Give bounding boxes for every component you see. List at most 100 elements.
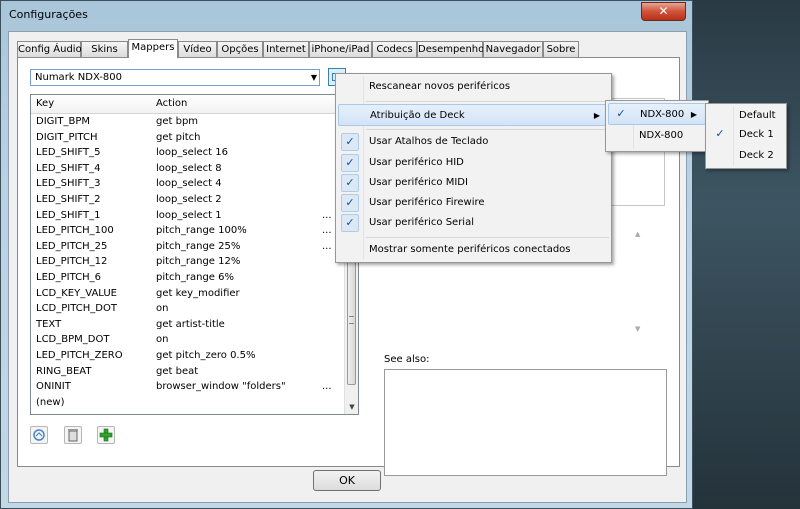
menu-item-firewire[interactable]: ✓ Usar periférico Firewire (338, 192, 609, 214)
menu-separator (366, 129, 609, 130)
table-row[interactable]: LCD_BPM_DOT on (31, 332, 345, 347)
menu-item-label: Usar periférico MIDI (369, 177, 468, 188)
table-row[interactable]: DIGIT_BPM get bpm (31, 114, 345, 129)
tab-desempenho[interactable]: Desempenho (417, 41, 484, 57)
table-row[interactable]: LCD_KEY_VALUE get key_modifier (31, 286, 345, 301)
tab-mappers[interactable]: Mappers (128, 39, 178, 58)
scroll-thumb[interactable] (347, 255, 356, 385)
row-action: on (156, 303, 169, 315)
see-also-box[interactable] (384, 369, 667, 476)
row-action: pitch_range 100% (156, 225, 247, 237)
menu-item-midi[interactable]: ✓ Usar periférico MIDI (338, 172, 609, 194)
row-key: LED_SHIFT_3 (36, 178, 101, 190)
table-row[interactable]: LED_PITCH_100 pitch_range 100%... (31, 223, 345, 238)
menu-item-deck-assignment[interactable]: Atribuição de Deck ▶ (338, 104, 609, 126)
tab-navegador[interactable]: Navegador (483, 41, 543, 57)
row-key: ONINIT (36, 381, 71, 393)
table-row[interactable]: LED_SHIFT_4 loop_select 8 (31, 161, 345, 176)
column-header-action[interactable]: Action (156, 98, 187, 109)
menu-item-show-connected[interactable]: Mostrar somente periféricos conectados (338, 239, 609, 261)
table-row[interactable]: ONINIT browser_window "folders"... (31, 379, 345, 394)
table-row[interactable]: DIGIT_PITCH get pitch (31, 130, 345, 145)
close-button[interactable]: ✕ (641, 2, 686, 21)
row-more[interactable]: ... (322, 239, 332, 254)
menu-item-label: Mostrar somente periféricos conectados (369, 244, 571, 255)
check-icon: ✓ (715, 127, 725, 140)
table-row[interactable]: (new) (31, 395, 345, 410)
column-header-key[interactable]: Key (36, 98, 54, 109)
scroll-down-icon[interactable]: ▼ (635, 325, 640, 333)
submenu-item-device-2[interactable]: NDX-800 (608, 125, 706, 147)
mapper-context-menu: Rescanear novos periféricos Atribuição d… (335, 73, 612, 263)
row-more[interactable]: ... (322, 223, 332, 238)
mapping-list[interactable]: Key Action DIGIT_BPM get bpm DIGIT_PITCH ge… (30, 94, 359, 415)
import-icon (33, 429, 45, 441)
grip-icon (349, 316, 354, 324)
row-action: loop_select 8 (156, 162, 222, 174)
add-mapping-button[interactable] (97, 426, 115, 444)
menu-item-label: Usar Atalhos de Teclado (369, 136, 489, 147)
menu-item-label: Default (739, 110, 776, 121)
submenu-item-deck-1[interactable]: ✓ Deck 1 (708, 125, 784, 145)
menu-item-label: Deck 1 (739, 129, 774, 140)
table-row[interactable]: RING_BEAT get beat (31, 364, 345, 379)
scroll-up-icon[interactable]: ▲ (635, 230, 640, 238)
table-row[interactable]: LCD_PITCH_DOT on (31, 301, 345, 316)
table-row[interactable]: LED_SHIFT_5 loop_select 16 (31, 145, 345, 160)
check-icon: ✓ (341, 154, 359, 172)
submenu-item-deck-2[interactable]: Deck 2 (708, 146, 784, 166)
ok-button[interactable]: OK (313, 470, 381, 491)
row-more[interactable]: ... (322, 379, 332, 394)
row-key: LED_PITCH_100 (36, 225, 114, 237)
list-header: Key Action (31, 95, 345, 114)
check-icon: ✓ (341, 194, 359, 212)
menu-item-hid[interactable]: ✓ Usar periférico HID (338, 152, 609, 174)
row-key: LED_SHIFT_1 (36, 209, 101, 221)
device-select[interactable]: Numark NDX-800 ▼ (30, 69, 320, 86)
table-row[interactable]: LED_PITCH_6 pitch_range 6% (31, 270, 345, 285)
menu-item-rescan[interactable]: Rescanear novos periféricos (338, 76, 609, 98)
import-button[interactable] (30, 426, 48, 444)
menu-separator (366, 101, 609, 102)
delete-button[interactable] (64, 426, 82, 444)
check-icon: ✓ (616, 107, 626, 120)
table-row[interactable]: LED_PITCH_12 pitch_range 12% (31, 254, 345, 269)
table-row[interactable]: LED_PITCH_25 pitch_range 25%... (31, 239, 345, 254)
tab-sobre[interactable]: Sobre (543, 41, 579, 57)
row-action: loop_select 16 (156, 147, 228, 159)
see-also-label: See also: (384, 354, 430, 365)
submenu-item-default[interactable]: Default (708, 106, 784, 126)
tab-internet[interactable]: Internet (263, 41, 309, 57)
window-title: Configurações (9, 8, 88, 21)
menu-item-serial[interactable]: ✓ Usar periférico Serial (338, 212, 609, 234)
tab-config-audio[interactable]: Config Áudio (17, 41, 82, 57)
row-action: get pitch_zero 0.5% (156, 350, 256, 361)
row-key: LCD_BPM_DOT (36, 334, 110, 346)
tab-opcoes[interactable]: Opções (217, 41, 263, 57)
menu-item-label: NDX-800 (640, 109, 685, 120)
menu-item-keyboard-shortcuts[interactable]: ✓ Usar Atalhos de Teclado (338, 131, 609, 153)
device-select-value: Numark NDX-800 (35, 72, 122, 83)
submenu-item-device-1[interactable]: ✓ NDX-800 ▶ (608, 103, 706, 125)
submenu-arrow-icon: ▶ (690, 110, 697, 119)
row-key: TEXT (36, 318, 62, 330)
row-action: pitch_range 12% (156, 256, 241, 268)
table-row[interactable]: LED_SHIFT_2 loop_select 2 (31, 192, 345, 207)
table-row[interactable]: TEXT get artist-title (31, 317, 345, 332)
details-scrollbar[interactable]: ▲ ▼ (635, 230, 649, 350)
tab-skins[interactable]: Skins (81, 41, 128, 57)
table-row[interactable]: LED_SHIFT_3 loop_select 4 (31, 176, 345, 191)
scroll-down-icon[interactable]: ▼ (345, 400, 358, 414)
table-row[interactable]: LED_PITCH_ZERO get pitch_zero 0.5% (31, 348, 345, 363)
menu-item-label: Usar periférico HID (369, 157, 464, 168)
table-row[interactable]: LED_SHIFT_1 loop_select 1... (31, 208, 345, 223)
tab-iphone-ipad[interactable]: iPhone/iPad (309, 41, 372, 57)
row-key: LED_PITCH_25 (36, 240, 108, 252)
tab-codecs[interactable]: Codecs (372, 41, 417, 57)
row-more[interactable]: ... (322, 208, 332, 223)
check-icon: ✓ (341, 214, 359, 232)
row-action: browser_window "folders" (156, 381, 286, 393)
check-icon: ✓ (341, 133, 359, 151)
tab-video[interactable]: Vídeo (178, 41, 217, 57)
row-action: loop_select 1 (156, 209, 222, 221)
